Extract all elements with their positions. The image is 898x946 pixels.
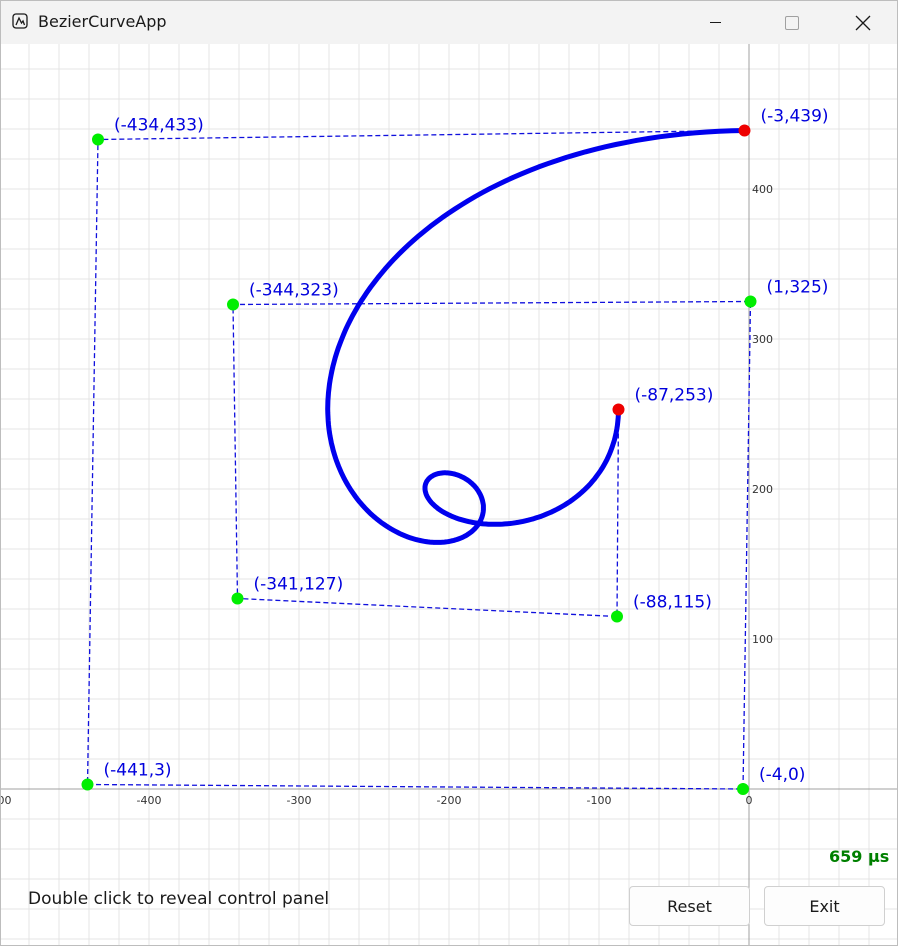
- control-point-handle[interactable]: [744, 295, 757, 308]
- close-icon: [855, 15, 871, 31]
- x-tick-label: -100: [587, 794, 612, 807]
- control-point-handle[interactable]: [611, 610, 623, 623]
- minimize-button[interactable]: [695, 1, 741, 44]
- app-window: BezierCurveApp -500 -400 -300 -200 -100 0 100 2…: [0, 0, 898, 946]
- x-tick-label: -400: [137, 794, 162, 807]
- exit-button[interactable]: Exit: [764, 886, 885, 926]
- control-point-handle[interactable]: [231, 592, 244, 605]
- x-tick-label: -300: [287, 794, 312, 807]
- y-tick-label: 300: [752, 333, 773, 346]
- point-coordinate-label: (-3,439): [761, 107, 829, 127]
- point-coordinate-label: (-434,433): [114, 116, 204, 136]
- point-coordinate-label: (-4,0): [759, 765, 805, 785]
- plot-canvas[interactable]: -500 -400 -300 -200 -100 0 100 200 300 400 500 (-8…: [1, 44, 897, 945]
- maximize-button[interactable]: [769, 1, 815, 44]
- control-point-handle[interactable]: [92, 133, 104, 146]
- y-tick-label: 100: [752, 633, 773, 646]
- point-coordinate-label: (-341,127): [254, 575, 344, 595]
- control-point-handle[interactable]: [737, 783, 749, 795]
- point-coordinate-label: (-88,115): [633, 593, 712, 613]
- y-tick-label: 200: [752, 483, 773, 496]
- window-title: BezierCurveApp: [38, 12, 167, 31]
- point-coordinate-label: (1,325): [767, 278, 829, 298]
- x-tick-label: -500: [1, 794, 11, 807]
- point-coordinate-label: (-344,323): [249, 281, 339, 301]
- point-labels: (-87,253) (-88,115) (-341,127) (-344,323) (1…: [104, 107, 829, 786]
- y-tick-label: 400: [752, 183, 773, 196]
- reset-button[interactable]: Reset: [629, 886, 750, 926]
- render-time: 659 µs: [829, 847, 890, 866]
- close-button[interactable]: [841, 1, 887, 44]
- x-tick-label: -200: [437, 794, 462, 807]
- title-bar[interactable]: BezierCurveApp: [1, 1, 897, 44]
- point-coordinate-label: (-87,253): [635, 386, 714, 406]
- maximize-icon: [785, 16, 799, 30]
- plot-svg[interactable]: -500 -400 -300 -200 -100 0 100 200 300 400 500 (-8…: [1, 44, 897, 945]
- bezier-app-icon: [12, 13, 28, 29]
- control-point-handle[interactable]: [227, 298, 239, 311]
- point-coordinate-label: (-441,3): [104, 761, 172, 781]
- control-point-handle[interactable]: [81, 778, 94, 791]
- y-tick-label: 500: [752, 44, 773, 46]
- minimize-icon: [710, 22, 721, 23]
- bezier-curve: [325, 128, 747, 545]
- endpoint-handle[interactable]: [738, 124, 751, 137]
- x-tick-label: 0: [746, 794, 753, 807]
- endpoint-handle[interactable]: [612, 403, 625, 416]
- hint-text: Double click to reveal control panel: [28, 889, 330, 909]
- tick-labels: -500 -400 -300 -200 -100 0 100 200 300 400 500: [1, 44, 773, 807]
